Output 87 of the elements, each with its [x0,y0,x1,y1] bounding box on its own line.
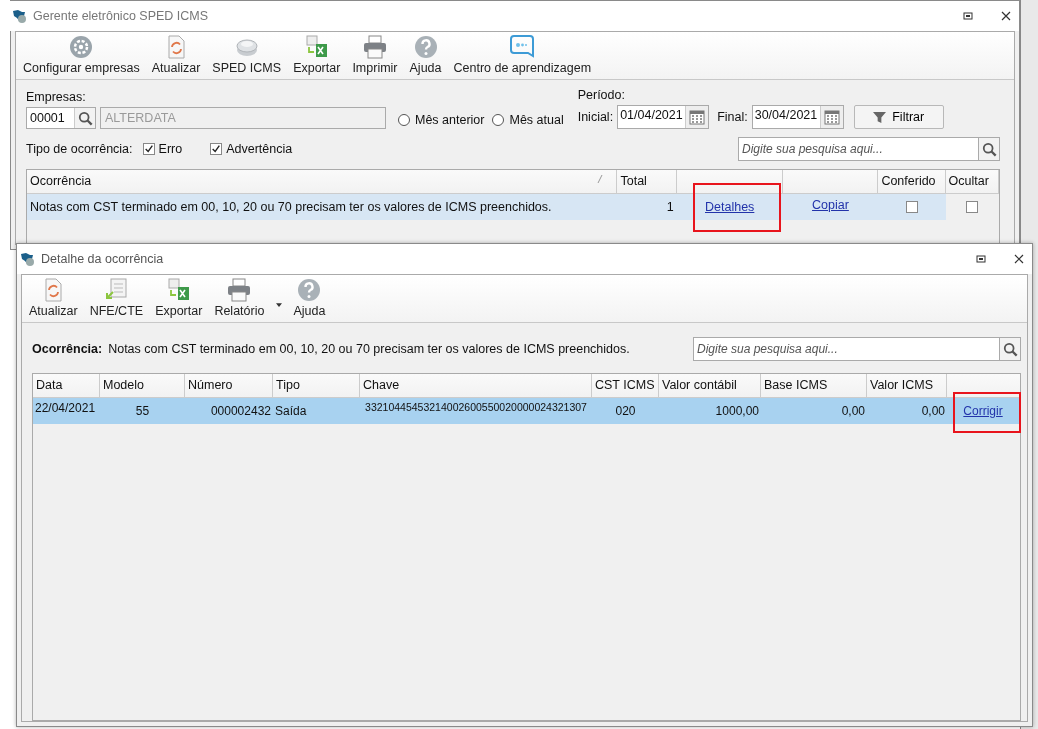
checkbox-label: Advertência [226,142,293,156]
column-header: Ocultar [945,170,999,193]
column-header: Conferido [878,170,946,193]
toolbar-button[interactable]: Ajuda [290,278,329,318]
table-row[interactable]: 22/04/2021 55 000002432 Saída 33210445453214002600550020000024321307 020 1000,00 0,00 0,00 Corrigir [33,398,1020,424]
printer-icon [362,35,387,59]
field-label: Ocorrência: [32,342,103,356]
date-field[interactable]: 01/04/2021 [617,105,710,129]
checkbox[interactable] [966,201,979,213]
table-cell: 22/04/2021 [35,401,96,415]
toolbar-button[interactable]: Exportar [290,35,344,75]
column-header: Base ICMS [761,374,867,397]
checkbox[interactable] [142,143,155,155]
checkbox-label: Erro [158,142,183,156]
toolbar-button[interactable]: Relatório [211,278,285,318]
radio-label: Mês atual [509,113,564,127]
toolbar-button[interactable]: Centro de aprendizagem [450,35,595,75]
map-icon [19,251,35,267]
spreadsheet-export-icon [304,35,329,59]
funnel-icon [873,110,887,124]
column-header: Data [33,374,100,397]
document-arrow-icon [104,278,129,302]
search-button[interactable] [978,137,1000,161]
column-header: Total [617,170,677,193]
search-icon [981,141,997,157]
calendar-icon [689,109,706,125]
table-cell: 0,00 [921,404,945,418]
toolbar-button[interactable]: SPED ICMS [209,35,285,75]
search-icon [77,110,93,126]
radio-button[interactable] [492,114,505,126]
radio-button[interactable] [398,114,410,126]
restore-icon [963,11,973,21]
field-label: Tipo de ocorrência: [26,142,133,156]
table-cell: 000002432 [210,404,271,418]
map-icon [11,8,27,24]
toolbar-button[interactable]: Atualizar [148,35,204,75]
table-cell: Notas com CST terminado em 00, 10, 20 ou 70 precisam ter os valores de ICMS preenchidos. [30,200,552,214]
toolbar-button[interactable]: Atualizar [26,278,81,318]
date-field[interactable]: 30/04/2021 [751,105,844,129]
checkbox[interactable] [906,201,918,213]
toolbar-button[interactable]: Ajuda [406,35,445,75]
table-cell: 1000,00 [715,404,759,418]
table-cell: 55 [135,404,150,418]
toolbar-button[interactable]: Configurar empresas [20,35,143,75]
column-header: Modelo [100,374,185,397]
window-title: Gerente eletrônico SPED ICMS [33,9,209,23]
calendar-icon [823,109,840,125]
column-header: CST ICMS [592,374,659,397]
field-label: Período: [577,88,626,102]
field-label: Inicial: [577,110,614,124]
table-cell: Saída [275,404,307,418]
table-cell: 1 [666,200,674,214]
company-code-field[interactable]: 00001 [26,107,96,129]
column-header: Chave [360,374,592,397]
gear-icon [69,35,94,59]
caret-icon [276,303,283,307]
toolbar-button[interactable]: Imprimir [349,35,401,75]
close-icon [1001,11,1011,21]
search-icon [1002,341,1018,357]
column-header: Valor ICMS [867,374,947,397]
column-header: Valor contábil [659,374,761,397]
table-cell: 020 [615,404,636,418]
spreadsheet-export-icon [166,278,191,302]
checkbox[interactable] [210,143,223,155]
column-header: Tipo [273,374,360,397]
radio-label: Mês anterior [415,113,485,127]
toolbar-button[interactable]: NFE/CTE [86,278,147,318]
restore-icon [976,254,986,264]
field-label: Empresas: [26,90,87,104]
search-button[interactable] [999,337,1021,361]
help-icon [297,278,322,302]
window-title: Detalhe da ocorrência [41,252,164,266]
table-cell: 0,00 [841,404,865,418]
column-header: Número [185,374,273,397]
column-header: Ocorrência [27,170,618,193]
close-icon [1014,254,1024,264]
toolbar-button[interactable]: Exportar [152,278,206,318]
help-icon [413,35,438,59]
field-label: Final: [717,110,748,124]
chat-bubble-icon [510,35,535,59]
company-name-field: ALTERDATA [100,107,386,129]
search-field[interactable]: Digite sua pesquisa aqui... [738,137,978,161]
table-cell: 33210445453214002600550020000024321307 [365,401,587,413]
filter-button[interactable]: Filtrar [853,105,944,129]
printer-icon [227,278,252,302]
search-field[interactable]: Digite sua pesquisa aqui... [693,337,999,361]
occurrence-text: Notas com CST terminado em 00, 10, 20 ou 70 precisam ter os valores de ICMS preenchidos. [108,342,630,356]
